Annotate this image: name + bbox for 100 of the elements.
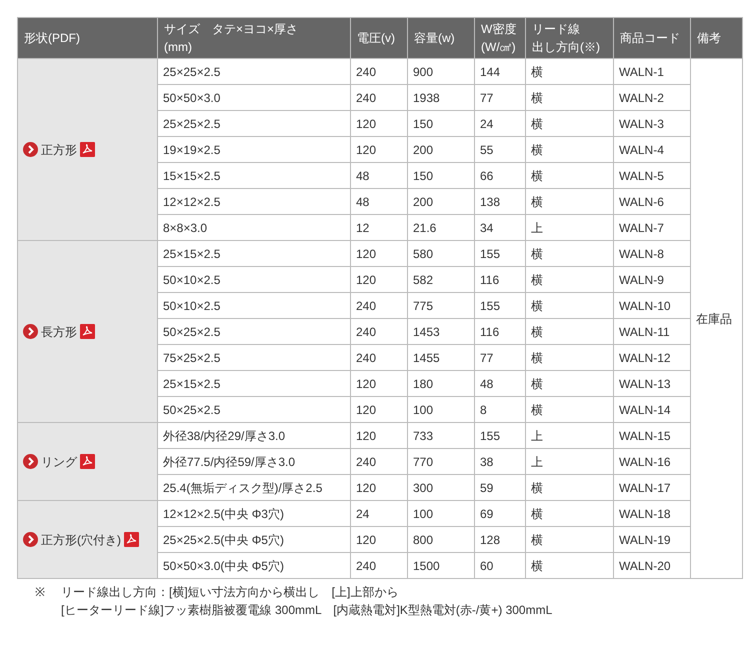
table-cell: 48 bbox=[350, 162, 408, 188]
table-cell: 144 bbox=[474, 58, 526, 84]
table-cell: 横 bbox=[526, 188, 614, 214]
column-header: W密度 bbox=[481, 21, 518, 38]
table-cell: 1500 bbox=[408, 552, 474, 578]
table-cell: 横 bbox=[526, 292, 614, 318]
table-cell: 155 bbox=[474, 422, 526, 448]
table-cell: 120 bbox=[350, 396, 408, 422]
table-cell: 240 bbox=[350, 344, 408, 370]
table-cell: 66 bbox=[474, 162, 526, 188]
chevron-circle-icon bbox=[23, 532, 38, 547]
table-cell: 240 bbox=[350, 84, 408, 110]
note-mark: ※ bbox=[35, 584, 46, 601]
table-cell: 横 bbox=[526, 526, 614, 552]
table-cell: 582 bbox=[408, 266, 474, 292]
column-header: 形状(PDF) bbox=[24, 30, 81, 47]
table-cell: 50×50×3.0 bbox=[158, 84, 350, 110]
table-cell: 155 bbox=[474, 240, 526, 266]
table-cell: 横 bbox=[526, 266, 614, 292]
table-cell: 138 bbox=[474, 188, 526, 214]
table-cell: 横 bbox=[526, 552, 614, 578]
table-cell: 50×50×3.0(中央 Φ5穴) bbox=[158, 552, 350, 578]
table-cell: 240 bbox=[350, 58, 408, 84]
table-cell: 12×12×2.5 bbox=[158, 188, 350, 214]
column-header: 商品コード bbox=[620, 30, 681, 47]
table-cell: 25×15×2.5 bbox=[158, 370, 350, 396]
table-cell: 116 bbox=[474, 266, 526, 292]
table-cell: 733 bbox=[408, 422, 474, 448]
table-cell: 50×10×2.5 bbox=[158, 266, 350, 292]
table-cell: 横 bbox=[526, 370, 614, 396]
table-cell: 200 bbox=[408, 136, 474, 162]
shape-link[interactable]: 正方形 bbox=[41, 142, 77, 158]
table-cell: 77 bbox=[474, 344, 526, 370]
shape-link[interactable]: 長方形 bbox=[41, 324, 77, 340]
column-header: (W/㎠) bbox=[481, 39, 517, 56]
table-cell: 150 bbox=[408, 110, 474, 136]
table-cell: 800 bbox=[408, 526, 474, 552]
table-cell: 横 bbox=[526, 136, 614, 162]
table-cell: 240 bbox=[350, 552, 408, 578]
table-cell: 900 bbox=[408, 58, 474, 84]
table-cell: 横 bbox=[526, 110, 614, 136]
table-cell: 38 bbox=[474, 448, 526, 474]
table-cell: 180 bbox=[408, 370, 474, 396]
table-cell: 1455 bbox=[408, 344, 474, 370]
table-cell: 8×8×3.0 bbox=[158, 214, 350, 240]
table-cell: 25×25×2.5 bbox=[158, 58, 350, 84]
table-cell: 横 bbox=[526, 162, 614, 188]
table-cell: 775 bbox=[408, 292, 474, 318]
table-cell: 48 bbox=[350, 188, 408, 214]
table-cell: 上 bbox=[526, 448, 614, 474]
table-cell: 240 bbox=[350, 292, 408, 318]
column-header: 容量(w) bbox=[414, 30, 456, 47]
table-cell: 100 bbox=[408, 396, 474, 422]
table-cell: 155 bbox=[474, 292, 526, 318]
table-cell: 15×15×2.5 bbox=[158, 162, 350, 188]
table-cell: 横 bbox=[526, 58, 614, 84]
column-header: 備考 bbox=[697, 30, 722, 47]
table-cell: 116 bbox=[474, 318, 526, 344]
table-cell: 240 bbox=[350, 448, 408, 474]
pdf-icon[interactable] bbox=[80, 324, 95, 339]
chevron-circle-icon bbox=[23, 324, 38, 339]
column-header: (mm) bbox=[164, 39, 193, 56]
table-cell: 120 bbox=[350, 526, 408, 552]
table-cell: 1453 bbox=[408, 318, 474, 344]
table-cell: 128 bbox=[474, 526, 526, 552]
table-cell: 580 bbox=[408, 240, 474, 266]
table-cell: 横 bbox=[526, 84, 614, 110]
table-cell: 12×12×2.5(中央 Φ3穴) bbox=[158, 500, 350, 526]
shape-link[interactable]: リング bbox=[41, 454, 77, 470]
table-cell: 150 bbox=[408, 162, 474, 188]
table-cell: 横 bbox=[526, 500, 614, 526]
table-cell: 60 bbox=[474, 552, 526, 578]
table-cell: 1938 bbox=[408, 84, 474, 110]
table-cell: 100 bbox=[408, 500, 474, 526]
table-cell: 24 bbox=[350, 500, 408, 526]
table-cell: 上 bbox=[526, 214, 614, 240]
table-cell: 59 bbox=[474, 474, 526, 500]
pdf-icon[interactable] bbox=[80, 142, 95, 157]
column-header: 電圧(v) bbox=[357, 30, 396, 47]
table-cell: 48 bbox=[474, 370, 526, 396]
table-cell: 19×19×2.5 bbox=[158, 136, 350, 162]
table-cell: 50×10×2.5 bbox=[158, 292, 350, 318]
pdf-icon[interactable] bbox=[80, 454, 95, 469]
table-cell: 横 bbox=[526, 474, 614, 500]
table-cell: 外径38/内径29/厚さ3.0 bbox=[158, 422, 350, 448]
shape-link[interactable]: 正方形(穴付き) bbox=[41, 532, 121, 548]
column-header: リード線 bbox=[532, 21, 581, 38]
table-cell: 外径77.5/内径59/厚さ3.0 bbox=[158, 448, 350, 474]
pdf-icon[interactable] bbox=[124, 532, 139, 547]
table-cell: 770 bbox=[408, 448, 474, 474]
column-header: サイズ タテ×ヨコ×厚さ bbox=[164, 21, 300, 38]
table-cell: 横 bbox=[526, 344, 614, 370]
note-text: [ヒーターリード線]フッ素樹脂被覆電線 300mmL [内蔵熱電対]K型熱電対(赤-/黄+) 300mmL bbox=[61, 602, 554, 619]
table-cell: 25×15×2.5 bbox=[158, 240, 350, 266]
table-cell: 50×25×2.5 bbox=[158, 318, 350, 344]
chevron-circle-icon bbox=[23, 142, 38, 157]
table-cell: 21.6 bbox=[408, 214, 474, 240]
table-cell: 120 bbox=[350, 136, 408, 162]
table-cell: 横 bbox=[526, 396, 614, 422]
table-cell: 300 bbox=[408, 474, 474, 500]
